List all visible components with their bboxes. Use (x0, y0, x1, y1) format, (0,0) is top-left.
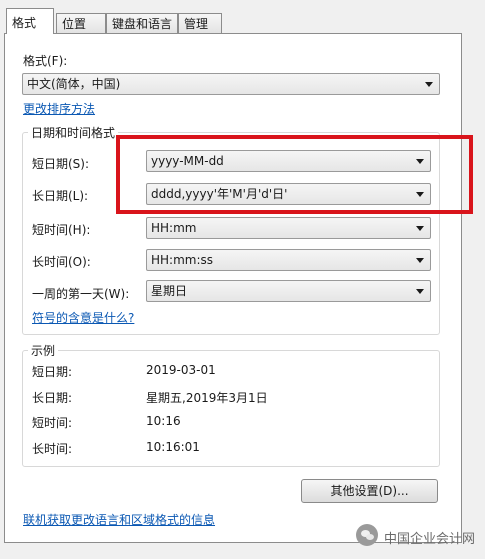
example-group (22, 350, 440, 467)
example-short-date-label: 短日期: (32, 365, 73, 379)
example-short-date-value: 2019-03-01 (146, 363, 216, 377)
tab-admin-label: 管理 (184, 17, 209, 31)
first-day-select[interactable]: 星期日 (146, 280, 431, 302)
first-day-label: 一周的第一天(W): (32, 287, 130, 301)
first-day-value: 星期日 (151, 284, 188, 298)
example-short-time-value: 10:16 (146, 414, 181, 428)
long-date-label: 长日期(L): (32, 189, 89, 203)
watermark-text: 中国企业会计网 (384, 532, 476, 547)
example-long-time-label: 长时间: (32, 442, 73, 456)
example-short-time-label: 短时间: (32, 416, 73, 430)
example-long-date-value: 星期五,2019年3月1日 (146, 391, 268, 405)
chevron-down-icon (416, 258, 424, 263)
chat-bubble-icon (356, 524, 378, 546)
short-time-value: HH:mm (151, 221, 197, 235)
example-group-title: 示例 (28, 342, 59, 359)
long-time-select[interactable]: HH:mm:ss (146, 249, 431, 271)
other-settings-button[interactable]: 其他设置(D)... (301, 479, 438, 503)
short-time-label: 短时间(H): (32, 223, 91, 237)
long-time-label: 长时间(O): (32, 255, 91, 269)
tab-format[interactable]: 格式 (6, 8, 54, 34)
tab-keyboard-language-label: 键盘和语言 (112, 17, 173, 31)
tab-keyboard-language[interactable]: 键盘和语言 (106, 13, 178, 33)
short-time-select[interactable]: HH:mm (146, 217, 431, 239)
tab-admin[interactable]: 管理 (178, 13, 222, 33)
example-long-date-label: 长日期: (32, 391, 73, 405)
tab-location[interactable]: 位置 (56, 13, 106, 33)
chevron-down-icon (425, 82, 433, 87)
short-date-label: 短日期(S): (32, 157, 90, 171)
example-long-time-value: 10:16:01 (146, 440, 200, 454)
online-info-link[interactable]: 联机获取更改语言和区域格式的信息 (23, 511, 215, 528)
change-sort-link[interactable]: 更改排序方法 (23, 100, 95, 117)
format-select-value: 中文(简体，中国) (27, 77, 121, 91)
chevron-down-icon (416, 289, 424, 294)
chevron-down-icon (416, 226, 424, 231)
format-select[interactable]: 中文(简体，中国) (22, 73, 440, 95)
highlight-box (116, 135, 473, 214)
tab-format-label: 格式 (12, 16, 37, 30)
format-label: 格式(F): (23, 54, 68, 68)
long-time-value: HH:mm:ss (151, 253, 214, 267)
symbol-meaning-link[interactable]: 符号的含意是什么? (32, 309, 134, 326)
datetime-group-title: 日期和时间格式 (28, 124, 119, 141)
tab-location-label: 位置 (62, 17, 87, 31)
